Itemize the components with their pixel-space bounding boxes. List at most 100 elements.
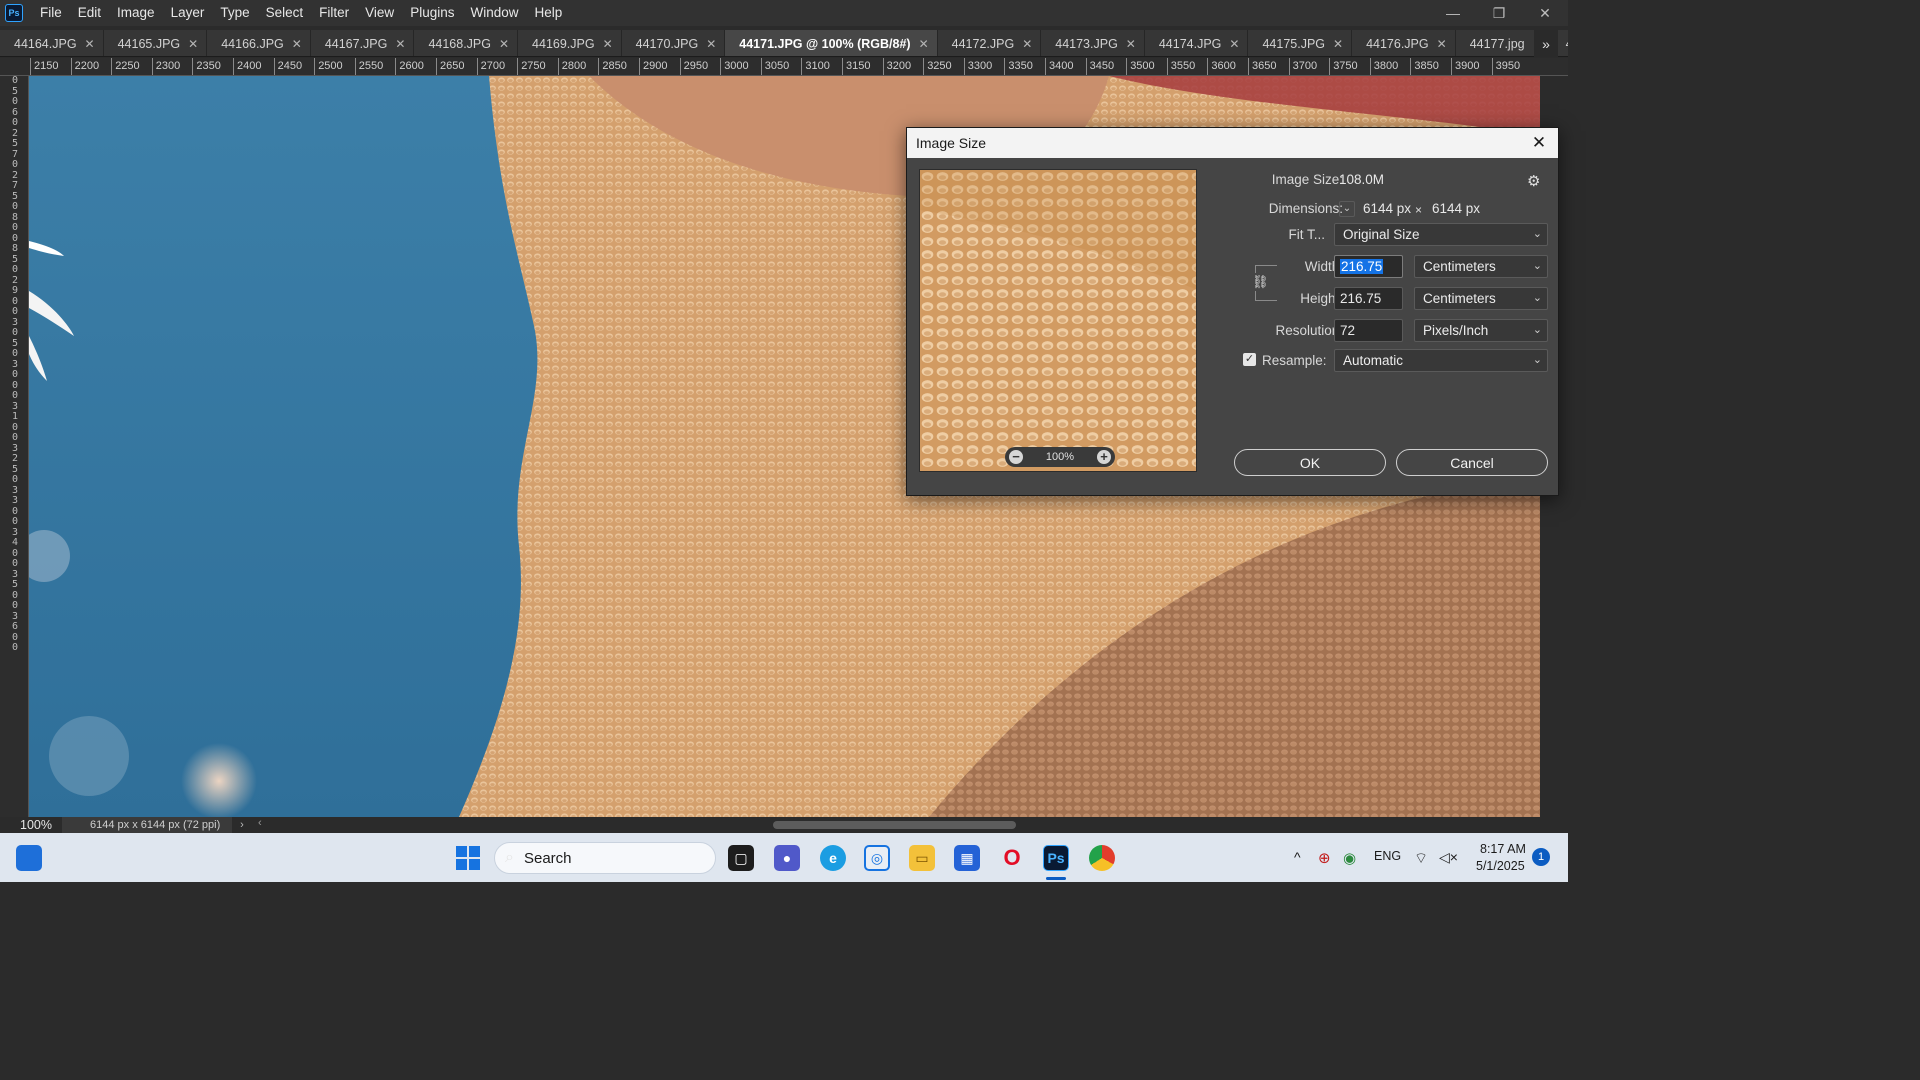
store-icon[interactable]: ▦: [954, 845, 980, 871]
document-tabs: 44164.JPG ✕ 44165.JPG ✕ 44166.JPG ✕ 44167.JPG ✕…: [0, 30, 1568, 57]
image-preview[interactable]: − 100% +: [919, 169, 1197, 472]
fit-to-select[interactable]: Original Size ⌄: [1334, 223, 1548, 246]
notification-badge[interactable]: 1: [1532, 848, 1550, 866]
tab-close-icon[interactable]: ✕: [188, 37, 198, 51]
horizontal-scrollbar[interactable]: ‹: [258, 817, 1540, 831]
document-tab[interactable]: 44174.JPG ✕: [1144, 30, 1249, 56]
status-menu-arrow-icon[interactable]: ›: [232, 819, 252, 831]
zoom-in-icon[interactable]: +: [1096, 450, 1111, 464]
ruler-tick-label: 3950: [1495, 60, 1521, 72]
document-tab[interactable]: 44172.JPG ✕: [937, 30, 1042, 56]
width-input[interactable]: 216.75: [1334, 255, 1403, 278]
tab-close-icon[interactable]: ✕: [603, 37, 613, 51]
opera-icon[interactable]: O: [999, 845, 1025, 871]
clock-time[interactable]: 8:17 AM: [1480, 842, 1526, 856]
scroll-left-icon[interactable]: ‹: [258, 817, 262, 829]
ruler-tick-label: 3350: [1008, 60, 1033, 72]
chain-link-icon[interactable]: ⛓: [1252, 273, 1269, 291]
ok-button[interactable]: OK: [1234, 449, 1386, 476]
status-document-info: 6144 px x 6144 px (72 ppi): [62, 817, 232, 833]
tab-close-icon[interactable]: ✕: [499, 37, 509, 51]
ruler-tick-label: 3300: [967, 60, 993, 72]
height-unit-select[interactable]: Centimeters ⌄: [1414, 287, 1548, 310]
dimensions-units-chevron-icon[interactable]: ⌄: [1339, 201, 1355, 217]
resample-select[interactable]: Automatic ⌄: [1334, 349, 1548, 372]
ruler-tick-mark: [1207, 58, 1209, 75]
widgets-icon[interactable]: [16, 845, 42, 871]
dialog-close-button[interactable]: ✕: [1528, 132, 1550, 154]
ruler-tick-label: 3000: [724, 60, 749, 72]
ruler-tick-mark: [111, 58, 113, 75]
document-tab[interactable]: 44175.JPG ✕: [1248, 30, 1353, 56]
menu-window[interactable]: Window: [462, 0, 526, 26]
tab-close-icon[interactable]: ✕: [706, 37, 716, 51]
network-globe-icon[interactable]: ◉: [1343, 849, 1356, 867]
ruler-tick-label: 3400: [1049, 60, 1074, 72]
document-tab[interactable]: 44169.JPG ✕: [518, 30, 622, 56]
edge-icon[interactable]: e: [820, 845, 846, 871]
tab-close-icon[interactable]: ✕: [919, 37, 929, 51]
document-tab[interactable]: 44165.JPG ✕: [103, 30, 208, 56]
horizontal-scroll-thumb[interactable]: [773, 821, 1016, 829]
menu-edit[interactable]: Edit: [70, 0, 109, 26]
minimize-button[interactable]: —: [1430, 0, 1476, 26]
width-unit-select[interactable]: Centimeters ⌄: [1414, 255, 1548, 278]
chrome-icon[interactable]: [1089, 845, 1115, 871]
tray-overflow-icon[interactable]: ^: [1294, 849, 1301, 865]
snipping-tool-icon[interactable]: ◎: [864, 845, 890, 871]
task-view-icon[interactable]: ▢: [728, 845, 754, 871]
document-tab[interactable]: 44167.JPG ✕: [310, 30, 415, 56]
status-zoom-level[interactable]: 100%: [0, 818, 62, 832]
document-tab[interactable]: 44176.JPG ✕: [1352, 30, 1456, 56]
tab-overflow-icon[interactable]: »: [1534, 30, 1558, 57]
wifi-icon[interactable]: ⌔: [1414, 849, 1428, 868]
document-tab[interactable]: 44170.JPG ✕: [621, 30, 726, 56]
chevron-down-icon: ⌄: [1532, 260, 1542, 272]
resolution-value: 72: [1340, 323, 1356, 338]
tab-close-icon[interactable]: ✕: [292, 37, 302, 51]
close-window-button[interactable]: ✕: [1522, 0, 1568, 26]
document-tab[interactable]: 44173.JPG ✕: [1041, 30, 1145, 56]
document-tab[interactable]: 44171.JPG @ 100% (RGB/8#) ✕: [725, 30, 938, 56]
menu-view[interactable]: View: [357, 0, 402, 26]
height-input[interactable]: 216.75: [1334, 287, 1403, 310]
menu-layer[interactable]: Layer: [163, 0, 213, 26]
tab-close-icon[interactable]: ✕: [1333, 37, 1343, 51]
tab-close-icon[interactable]: ✕: [1022, 37, 1032, 51]
cancel-button[interactable]: Cancel: [1396, 449, 1548, 476]
document-tab[interactable]: 44168.JPG ✕: [414, 30, 519, 56]
menu-image[interactable]: Image: [109, 0, 163, 26]
tab-close-icon[interactable]: ✕: [1126, 37, 1136, 51]
gear-icon[interactable]: ⚙: [1527, 172, 1540, 190]
tab-close-icon[interactable]: ✕: [85, 37, 95, 51]
menu-type[interactable]: Type: [212, 0, 257, 26]
dialog-titlebar[interactable]: Image Size ✕: [907, 128, 1558, 158]
language-indicator[interactable]: ENG: [1374, 849, 1401, 863]
zoom-out-icon[interactable]: −: [1009, 450, 1023, 464]
menu-help[interactable]: Help: [526, 0, 570, 26]
menu-filter[interactable]: Filter: [311, 0, 357, 26]
document-tab[interactable]: 44164.JPG ✕: [0, 30, 104, 56]
resolution-input[interactable]: 72: [1334, 319, 1403, 342]
menu-file[interactable]: File: [32, 0, 70, 26]
resample-checkbox[interactable]: ✓: [1243, 353, 1256, 366]
taskbar-search[interactable]: ⌕ Search: [494, 842, 716, 874]
teams-icon[interactable]: ●: [774, 845, 800, 871]
start-button[interactable]: [455, 845, 481, 871]
clock-date[interactable]: 5/1/2025: [1476, 859, 1525, 873]
ruler-tick-label: 2350: [196, 60, 221, 72]
tab-close-icon[interactable]: ✕: [1437, 37, 1447, 51]
tab-close-icon[interactable]: ✕: [395, 37, 405, 51]
menu-select[interactable]: Select: [258, 0, 312, 26]
file-explorer-icon[interactable]: ▭: [909, 845, 935, 871]
photoshop-icon[interactable]: Ps: [1043, 845, 1069, 871]
menu-plugins[interactable]: Plugins: [402, 0, 462, 26]
document-tab[interactable]: 44166.JPG ✕: [207, 30, 311, 56]
restore-button[interactable]: ❐: [1476, 0, 1522, 26]
ruler-tick-label: 3650: [1252, 60, 1277, 72]
resolution-unit-select[interactable]: Pixels/Inch ⌄: [1414, 319, 1548, 342]
vpn-icon[interactable]: ⊕: [1318, 849, 1331, 867]
tab-close-icon[interactable]: ✕: [1229, 37, 1239, 51]
ruler-tick-mark: [151, 58, 153, 75]
volume-muted-icon[interactable]: ◁×: [1439, 849, 1458, 866]
